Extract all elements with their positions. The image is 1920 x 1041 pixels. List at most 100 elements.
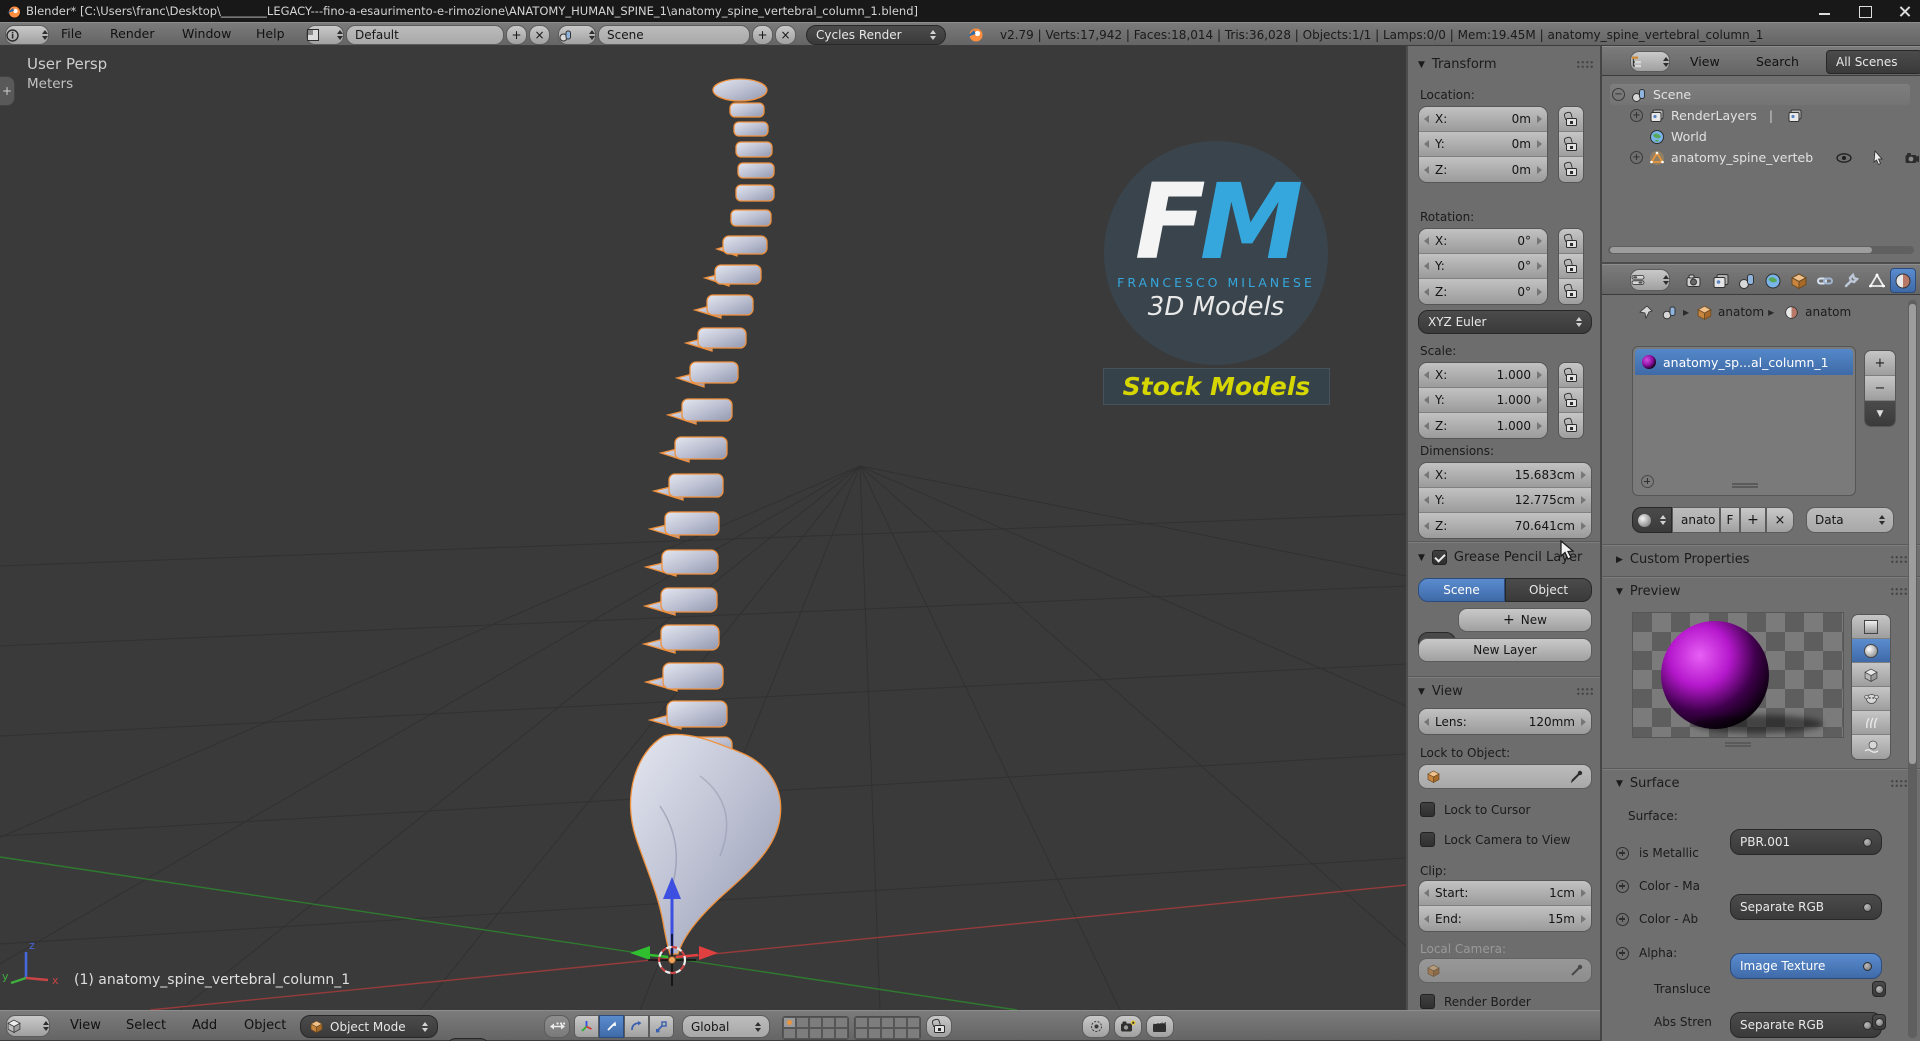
menu-file[interactable]: File <box>55 23 88 45</box>
panel-transform[interactable]: ▼ Transform <box>1418 57 1594 72</box>
opengl-render-anim-button[interactable] <box>1146 1015 1174 1038</box>
dimension-z-field[interactable]: Z: 70.641cm <box>1419 513 1591 538</box>
local-camera-field[interactable] <box>1418 958 1592 983</box>
scrollbar-thumb[interactable] <box>1909 304 1916 764</box>
menu-view3d-add[interactable]: Add <box>186 1015 223 1037</box>
lock-button[interactable] <box>1559 229 1583 254</box>
maximize-icon[interactable] <box>1858 5 1872 18</box>
grease-pencil-checkbox[interactable] <box>1431 550 1447 565</box>
grease-new-button[interactable]: + New <box>1458 608 1592 632</box>
expand-icon[interactable]: + <box>1630 151 1643 164</box>
tab-modifiers[interactable] <box>1838 268 1864 293</box>
surface-node-dropdown[interactable]: PBR.001 <box>1730 829 1882 855</box>
scale-z-field[interactable]: Z: 1.000 <box>1419 413 1547 438</box>
color-ab-dropdown[interactable]: Separate RGB <box>1730 1012 1882 1038</box>
lock-to-scene-button[interactable] <box>926 1015 952 1038</box>
lock-button[interactable] <box>1559 254 1583 279</box>
properties-editor-type-button[interactable] <box>1630 269 1670 291</box>
material-browse-dropdown[interactable] <box>1632 507 1672 533</box>
spine-model[interactable] <box>629 78 782 955</box>
expand-socket-icon[interactable] <box>1616 879 1629 893</box>
lock-button[interactable] <box>1559 157 1583 182</box>
absorption-socket-button[interactable] <box>1872 1014 1886 1030</box>
expand-icon[interactable]: + <box>1630 109 1643 122</box>
breadcrumb-object[interactable]: anatom <box>1718 305 1764 319</box>
pin-icon[interactable] <box>1638 304 1654 320</box>
tab-scene[interactable] <box>1734 268 1760 293</box>
tab-object[interactable]: Object <box>1505 578 1592 602</box>
lock-button[interactable] <box>1559 363 1583 388</box>
manipulator-axes-button[interactable] <box>574 1015 599 1038</box>
lock-to-cursor-row[interactable]: Lock to Cursor <box>1420 802 1530 817</box>
drag-dots-icon[interactable] <box>1576 687 1594 696</box>
tab-data[interactable] <box>1864 268 1890 293</box>
clip-end-field[interactable]: End: 15m <box>1419 906 1591 931</box>
render-border-checkbox[interactable] <box>1420 994 1435 1009</box>
outliner-row-object[interactable]: + anatomy_spine_verteb <box>1630 147 1920 168</box>
outliner-row-scene[interactable]: − Scene <box>1610 84 1910 105</box>
layers-grid-2[interactable] <box>854 1016 921 1040</box>
preview-flat-button[interactable] <box>1852 615 1890 639</box>
tab-scene[interactable]: Scene <box>1418 578 1505 602</box>
tab-constraints[interactable] <box>1812 268 1838 293</box>
renderlayers-icon[interactable] <box>1787 108 1803 124</box>
scene-browse-button[interactable] <box>558 25 596 45</box>
toolshelf-expand-tab[interactable]: + <box>0 76 15 106</box>
menu-help[interactable]: Help <box>250 23 291 45</box>
material-slot-list[interactable]: anatomy_sp...al_column_1 <box>1632 346 1856 496</box>
tab-render[interactable] <box>1682 268 1708 293</box>
minimize-icon[interactable] <box>1818 5 1832 17</box>
lock-to-cursor-checkbox[interactable] <box>1420 802 1435 817</box>
manipulator-rotate-button[interactable] <box>624 1015 649 1038</box>
render-simplify-button[interactable] <box>1082 1015 1110 1038</box>
is-metallic-dropdown[interactable]: Separate RGB <box>1730 894 1882 920</box>
rotation-z-field[interactable]: Z: 0° <box>1419 279 1547 304</box>
material-slot-active[interactable]: anatomy_sp...al_column_1 <box>1635 349 1853 375</box>
link-mode-dropdown[interactable]: Data <box>1806 507 1894 533</box>
lock-button[interactable] <box>1559 107 1583 132</box>
orientation-dropdown[interactable]: Global <box>682 1015 770 1038</box>
delete-scene-button[interactable]: × <box>775 25 796 45</box>
layers-grid-1[interactable] <box>782 1016 849 1040</box>
slot-specials-button[interactable]: ▼ <box>1865 401 1895 426</box>
outliner-row-world[interactable]: World <box>1649 126 1707 147</box>
outliner-row-renderlayers[interactable]: + RenderLayers | <box>1630 105 1803 126</box>
lock-camera-row[interactable]: Lock Camera to View <box>1420 832 1570 847</box>
scale-y-field[interactable]: Y: 1.000 <box>1419 388 1547 413</box>
eyedropper-icon[interactable] <box>1569 770 1583 784</box>
drag-dots-icon[interactable] <box>1576 60 1594 69</box>
menu-view3d-object[interactable]: Object <box>238 1015 292 1037</box>
pointer-select-icon[interactable] <box>1870 149 1886 166</box>
rotation-mode-dropdown[interactable]: XYZ Euler <box>1418 310 1592 334</box>
drag-dots-icon[interactable] <box>1890 779 1908 788</box>
collapse-icon[interactable]: − <box>1612 88 1625 101</box>
location-x-field[interactable]: X: 0m <box>1419 107 1547 132</box>
scrollbar-thumb[interactable] <box>1610 247 1872 253</box>
breadcrumb-material[interactable]: anatom <box>1805 305 1851 319</box>
fake-user-button[interactable]: F <box>1720 507 1740 533</box>
add-scene-button[interactable]: + <box>752 25 773 45</box>
expand-socket-icon[interactable] <box>1616 946 1629 960</box>
panel-custom-properties[interactable]: ▶ Custom Properties <box>1616 552 1908 567</box>
menu-view3d-select[interactable]: Select <box>120 1015 172 1037</box>
unlink-material-button[interactable]: × <box>1766 507 1794 533</box>
screen-layout-name-field[interactable]: Default <box>346 25 504 45</box>
lock-button[interactable] <box>1559 132 1583 157</box>
add-layout-button[interactable]: + <box>506 25 527 45</box>
menu-render[interactable]: Render <box>104 23 161 45</box>
view3d-editor-type-button[interactable] <box>6 1015 50 1037</box>
lock-camera-checkbox[interactable] <box>1420 832 1435 847</box>
camera-render-icon[interactable] <box>1904 150 1920 166</box>
preview-cloth-button[interactable] <box>1852 735 1890 759</box>
viewport-3d[interactable]: z y x User Persp Meters (1) anatomy_spin… <box>0 46 1406 1010</box>
material-name-field[interactable]: anato <box>1672 507 1720 533</box>
location-y-field[interactable]: Y: 0m <box>1419 132 1547 157</box>
render-border-row[interactable]: Render Border <box>1420 994 1531 1009</box>
drag-dots-icon[interactable] <box>1890 587 1908 596</box>
manipulator-translate-button[interactable] <box>599 1015 624 1038</box>
add-slot-icon[interactable] <box>1641 475 1654 488</box>
scene-name-field[interactable]: Scene <box>598 25 750 45</box>
new-material-button[interactable]: + <box>1740 507 1766 533</box>
preview-hair-button[interactable] <box>1852 711 1890 735</box>
menu-view3d-view[interactable]: View <box>64 1015 107 1037</box>
